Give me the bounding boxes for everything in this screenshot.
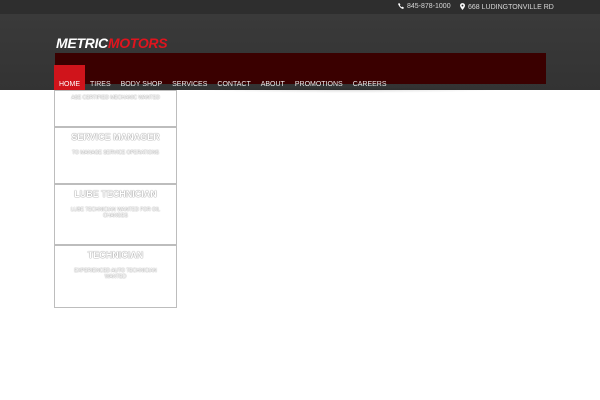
job-card[interactable]: TECHNICIAN EXPERIENCED AUTO TECHNICIAN W… [54, 245, 177, 308]
site-header: METRICMOTORS HOME TIRES BODY SHOP SERVIC… [0, 14, 600, 104]
logo-text-motors: MOTORS [107, 35, 168, 51]
phone-link[interactable]: 845-878-1000 [398, 3, 451, 10]
job-description: ASE CERTIFIED MECHANIC WANTED [71, 95, 160, 101]
address-link[interactable]: 668 LUDINGTONVILLE RD [460, 3, 554, 11]
map-marker-icon [460, 3, 465, 10]
phone-number: 845-878-1000 [407, 3, 451, 10]
job-title: LUBE TECHNICIAN [74, 189, 157, 199]
job-card[interactable]: LUBE TECHNICIAN LUBE TECHNICIAN WANTED F… [54, 184, 177, 245]
job-description: LUBE TECHNICIAN WANTED FOR OIL CHANGES [70, 207, 161, 219]
nav-promotions[interactable]: PROMOTIONS [290, 65, 348, 104]
header-shadow [200, 87, 500, 93]
address-text: 668 LUDINGTONVILLE RD [468, 4, 554, 11]
job-description: EXPERIENCED AUTO TECHNICIAN WANTED [74, 268, 157, 280]
phone-icon [398, 3, 404, 9]
job-card[interactable]: ASE CERTIFIED MECHANIC WANTED [54, 90, 177, 127]
job-title: SERVICE MANAGER [71, 132, 160, 142]
top-utility-bar: 845-878-1000 668 LUDINGTONVILLE RD [0, 0, 600, 14]
nav-about[interactable]: ABOUT [256, 65, 290, 104]
nav-careers[interactable]: CAREERS [348, 65, 392, 104]
logo-text-metric: METRIC [56, 35, 108, 51]
nav-contact[interactable]: CONTACT [212, 65, 255, 104]
job-description: TO MANAGE SERVICE OPERATIONS [72, 150, 159, 156]
site-logo[interactable]: METRICMOTORS [56, 35, 168, 51]
job-card[interactable]: SERVICE MANAGER TO MANAGE SERVICE OPERAT… [54, 127, 177, 184]
job-title: TECHNICIAN [87, 250, 144, 260]
